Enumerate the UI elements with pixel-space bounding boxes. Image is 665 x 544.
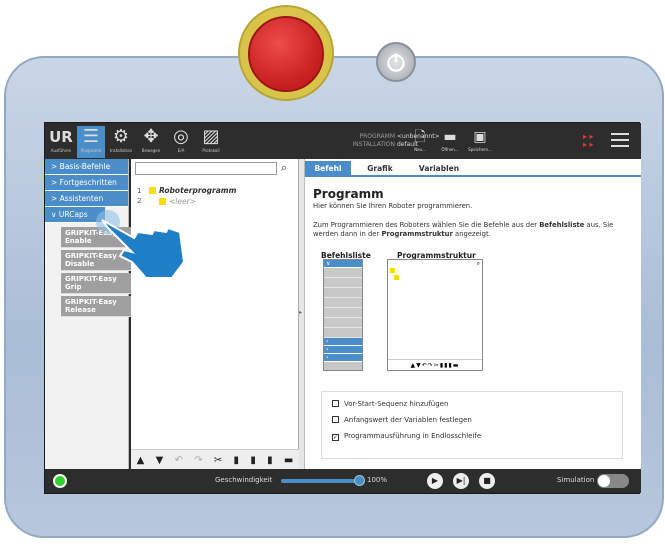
step-button[interactable]: ▶| bbox=[453, 473, 469, 489]
category-advanced[interactable]: > Fortgeschritten bbox=[45, 175, 128, 191]
option-label: Vor-Start-Sequenz hinzufügen bbox=[344, 400, 449, 408]
option-label: Programmausführung in Endlosschleife bbox=[344, 432, 482, 440]
ur-logo-icon: UR bbox=[49, 128, 73, 146]
tab-io[interactable]: ◎ E/A bbox=[167, 126, 195, 158]
simulation-label: Simulation bbox=[557, 476, 595, 484]
chevron-right-icon: › bbox=[324, 354, 362, 362]
paste-icon[interactable]: ▮ bbox=[250, 455, 256, 466]
emergency-stop-button[interactable] bbox=[248, 16, 324, 92]
category-label: URCaps bbox=[58, 210, 88, 219]
power-icon bbox=[387, 53, 405, 72]
move-up-icon[interactable]: ▲ bbox=[137, 455, 145, 466]
speed-slider[interactable] bbox=[281, 479, 361, 483]
search-icon: ⌕ bbox=[476, 260, 480, 267]
file-labels: PROGRAMM INSTALLATION bbox=[315, 133, 395, 149]
tab-befehl[interactable]: Befehl bbox=[305, 161, 351, 177]
move-down-icon[interactable]: ▼ bbox=[156, 455, 164, 466]
move-icon: ✥ bbox=[143, 126, 159, 147]
desc-bold: Befehlsliste bbox=[539, 221, 585, 229]
checkbox-icon[interactable] bbox=[332, 400, 339, 407]
tab-installation[interactable]: ⚙ Installation bbox=[107, 126, 135, 158]
robot-status-indicator[interactable] bbox=[53, 474, 67, 488]
play-button[interactable]: ▶ bbox=[427, 473, 443, 489]
chevron-right-icon: › bbox=[324, 346, 362, 354]
list-row bbox=[324, 328, 362, 338]
collapse-icon bbox=[390, 268, 395, 273]
page-title: Programm bbox=[313, 187, 384, 201]
top-bar: UR Ausführen ☰ Programm ⚙ Installation ✥ Bew… bbox=[45, 123, 641, 159]
installation-icon: ⚙ bbox=[112, 126, 130, 147]
desc-text: angezeigt. bbox=[452, 230, 491, 238]
info-tabs: Befehl Grafik Variablen bbox=[305, 161, 641, 177]
log-icon: ▨ bbox=[202, 126, 220, 147]
desc-bold: Programmstruktur bbox=[381, 230, 453, 238]
hamburger-menu-icon[interactable] bbox=[611, 133, 629, 151]
tab-program[interactable]: ☰ Programm bbox=[77, 126, 105, 158]
new-button[interactable]: 🗋 Neu... bbox=[405, 127, 435, 152]
description-text: Zum Programmieren des Roboters wählen Si… bbox=[313, 221, 633, 239]
tab-move[interactable]: ✥ Bewegen bbox=[137, 126, 165, 158]
category-label: Fortgeschritten bbox=[59, 178, 117, 187]
option-label: Anfangswert der Variablen festlegen bbox=[344, 416, 472, 424]
checkbox-checked-icon[interactable]: ✓ bbox=[332, 434, 339, 441]
intro-text: Hier können Sie Ihren Roboter programmie… bbox=[313, 202, 473, 210]
save-button[interactable]: ▣ Speichern... bbox=[465, 127, 495, 152]
tab-log[interactable]: ▨ Protokoll bbox=[197, 126, 225, 158]
tree-toolbar: ▲ ▼ ↶ ↷ ✂ ▮ ▮ ▮ ▬ bbox=[131, 449, 299, 471]
category-basis[interactable]: > Basis-Befehle bbox=[45, 159, 128, 175]
list-row bbox=[324, 308, 362, 318]
io-icon: ◎ bbox=[173, 126, 189, 147]
program-label: PROGRAMM bbox=[359, 133, 395, 140]
list-row bbox=[324, 298, 362, 308]
toggle-knob bbox=[598, 475, 610, 487]
pointing-hand-icon bbox=[96, 210, 186, 279]
list-row bbox=[324, 268, 362, 278]
tab-grafik[interactable]: Grafik bbox=[355, 161, 405, 177]
chevron-down-icon: ∨ bbox=[324, 260, 362, 268]
folder-icon: ▬ bbox=[443, 129, 457, 145]
suppress-icon[interactable]: ▬ bbox=[284, 455, 293, 466]
option-initial-values[interactable]: Anfangswert der Variablen festlegen bbox=[332, 416, 472, 424]
tab-variablen[interactable]: Variablen bbox=[409, 161, 469, 177]
option-loop-forever[interactable]: ✓ Programmausführung in Endlosschleife bbox=[332, 432, 481, 441]
warning-icon: ▸ ▸ ▸ ▸ bbox=[583, 132, 594, 149]
speed-slider-thumb[interactable] bbox=[354, 475, 365, 486]
save-icon: ▣ bbox=[473, 129, 487, 145]
program-structure-illustration: ⌕ ▲▼↶↷✂▮▮▮▬ bbox=[387, 259, 483, 371]
program-icon: ☰ bbox=[82, 126, 100, 147]
list-row bbox=[324, 318, 362, 328]
undo-icon[interactable]: ↶ bbox=[175, 455, 183, 466]
option-prestart[interactable]: Vor-Start-Sequenz hinzufügen bbox=[332, 400, 448, 408]
new-file-icon: 🗋 bbox=[414, 129, 426, 145]
delete-icon[interactable]: ▮ bbox=[267, 455, 273, 466]
speed-value: 100% bbox=[367, 476, 388, 484]
node-icon bbox=[394, 275, 399, 280]
command-list-illustration: ∨ › › › bbox=[323, 259, 363, 371]
bottom-bar: Geschwindigkeit 100% ▶ ▶| ■ Simulation bbox=[45, 469, 641, 493]
search-icon[interactable]: ⌕ bbox=[281, 161, 287, 175]
tab-run[interactable]: UR Ausführen bbox=[47, 126, 75, 158]
open-button[interactable]: ▬ Öffnen... bbox=[435, 127, 465, 152]
cut-icon[interactable]: ✂ bbox=[214, 455, 222, 466]
program-options: Vor-Start-Sequenz hinzufügen Anfangswert… bbox=[321, 391, 623, 459]
search-input[interactable] bbox=[135, 162, 277, 175]
speed-label: Geschwindigkeit bbox=[215, 476, 273, 484]
structure-toolbar: ▲▼↶↷✂▮▮▮▬ bbox=[388, 359, 482, 370]
list-row bbox=[324, 278, 362, 288]
info-panel: Befehl Grafik Variablen Programm Hier kö… bbox=[305, 159, 641, 471]
screen: UR Ausführen ☰ Programm ⚙ Installation ✥ Bew… bbox=[44, 122, 641, 494]
redo-icon[interactable]: ↷ bbox=[194, 455, 202, 466]
urcap-release[interactable]: GRIPKIT-Easy Release bbox=[61, 296, 131, 317]
checkbox-icon[interactable] bbox=[332, 416, 339, 423]
category-label: Basis-Befehle bbox=[59, 162, 111, 171]
power-button[interactable] bbox=[376, 42, 416, 82]
chevron-right-icon: › bbox=[324, 338, 362, 346]
copy-icon[interactable]: ▮ bbox=[234, 455, 240, 466]
simulation-toggle[interactable] bbox=[597, 474, 629, 488]
stop-button[interactable]: ■ bbox=[479, 473, 495, 489]
desc-text: Zum Programmieren des Roboters wählen Si… bbox=[313, 221, 540, 229]
installation-label: INSTALLATION bbox=[352, 141, 395, 148]
list-row bbox=[324, 288, 362, 298]
